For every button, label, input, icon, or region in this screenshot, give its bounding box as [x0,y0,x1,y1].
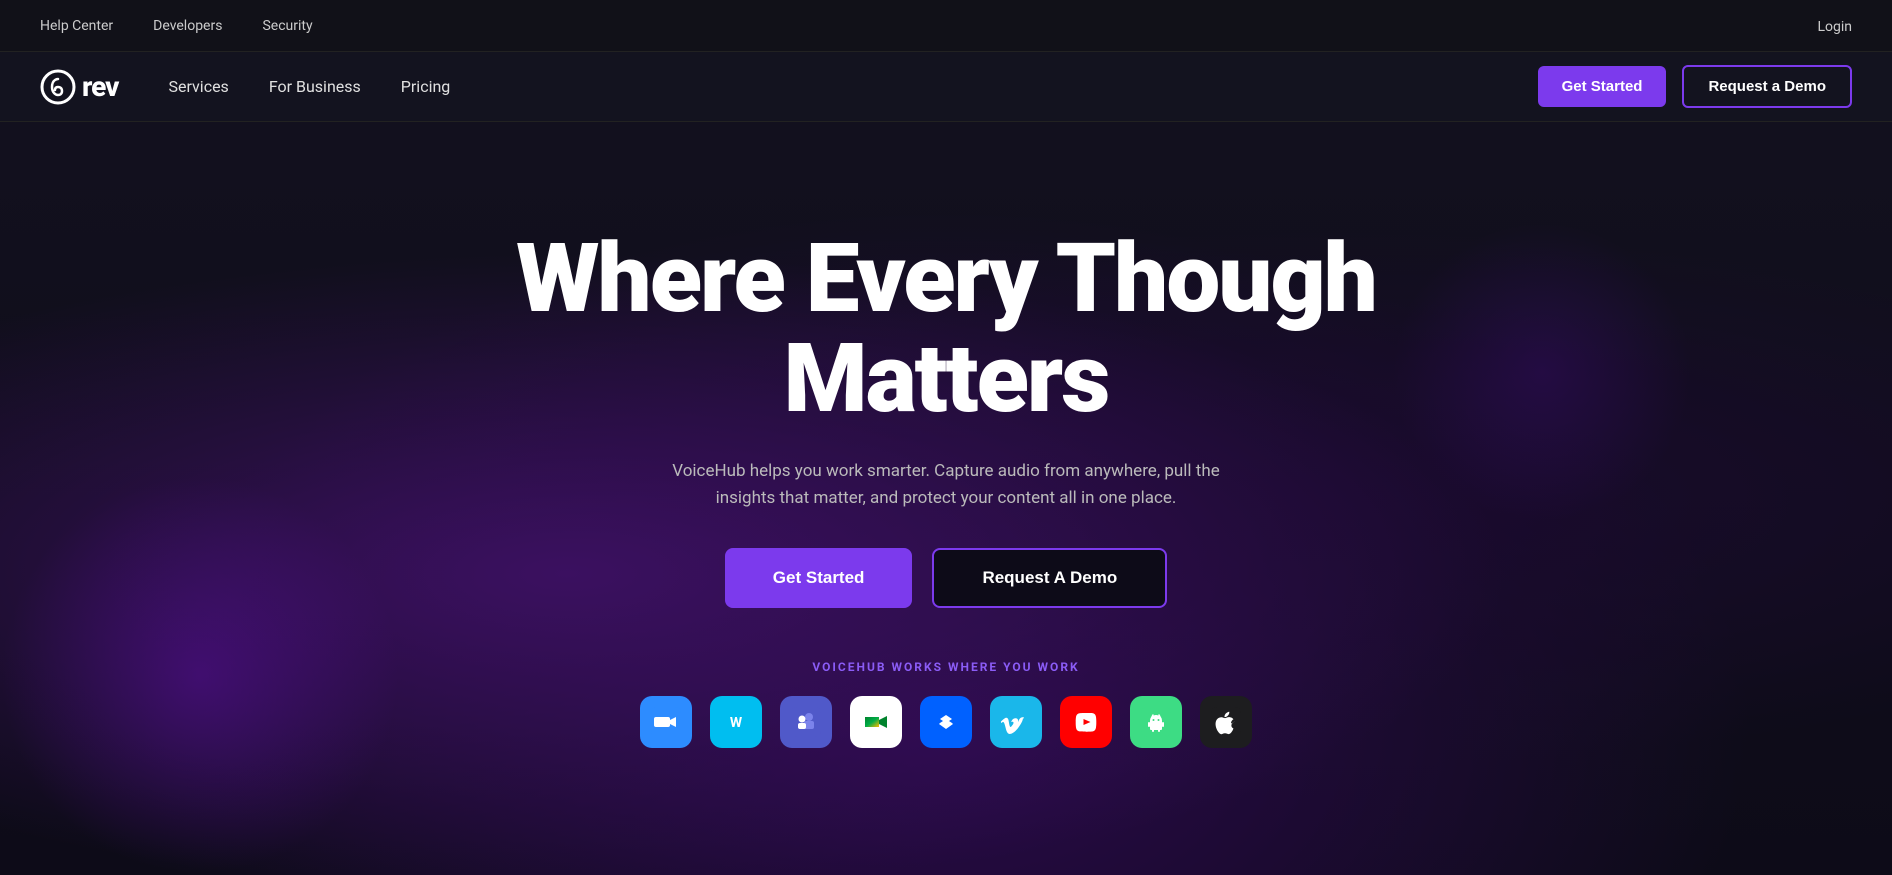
integrations-row: W [396,696,1496,748]
top-bar: Help Center Developers Security Login [0,0,1892,52]
nav-left: rev Services For Business Pricing [40,69,450,105]
nav-for-business[interactable]: For Business [269,77,361,96]
vimeo-icon[interactable] [990,696,1042,748]
hero-request-demo-button[interactable]: Request A Demo [932,548,1167,608]
nav-get-started-button[interactable]: Get Started [1538,66,1667,107]
dropbox-icon[interactable] [920,696,972,748]
hero-subtitle: VoiceHub helps you work smarter. Capture… [656,458,1236,512]
nav-request-demo-button[interactable]: Request a Demo [1682,65,1852,108]
nav-services[interactable]: Services [169,77,229,96]
hero-section: Where Every Though Matters VoiceHub help… [0,122,1892,875]
webex-icon[interactable]: W [710,696,762,748]
android-icon[interactable] [1130,696,1182,748]
apple-icon[interactable] [1200,696,1252,748]
nav-pricing[interactable]: Pricing [401,77,451,96]
security-link[interactable]: Security [262,18,312,34]
zoom-icon[interactable] [640,696,692,748]
rev-logo-icon [40,69,76,105]
hero-title: Where Every Though Matters [396,229,1496,431]
developers-link[interactable]: Developers [153,18,222,34]
hero-get-started-button[interactable]: Get Started [725,548,913,608]
main-nav: rev Services For Business Pricing Get St… [0,52,1892,122]
help-center-link[interactable]: Help Center [40,18,113,34]
hero-content: Where Every Though Matters VoiceHub help… [396,229,1496,749]
youtube-icon[interactable] [1060,696,1112,748]
logo-text: rev [82,70,119,103]
google-meet-icon[interactable] [850,696,902,748]
top-bar-links: Help Center Developers Security [40,18,313,34]
login-link[interactable]: Login [1817,19,1852,35]
hero-buttons: Get Started Request A Demo [396,548,1496,608]
teams-icon[interactable] [780,696,832,748]
nav-right: Get Started Request a Demo [1538,65,1852,108]
top-bar-right: Login [1817,16,1852,35]
logo[interactable]: rev [40,69,119,105]
works-label: VOICEHUB WORKS WHERE YOU WORK [396,660,1496,674]
svg-text:W: W [730,715,743,731]
nav-links: Services For Business Pricing [169,77,451,96]
